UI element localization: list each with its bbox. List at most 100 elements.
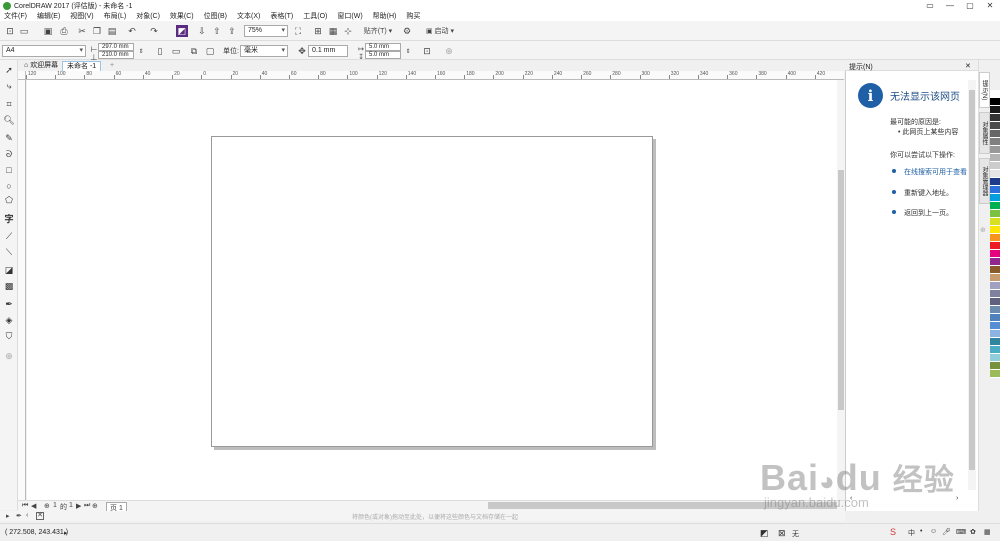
next-page-icon[interactable]: ▶	[76, 502, 81, 510]
duplicate-distance-y-input[interactable]: 5.0 mm	[365, 51, 401, 59]
ruler-origin[interactable]	[18, 71, 26, 80]
menu-bitmaps[interactable]: 位图(B)	[204, 11, 227, 21]
snap-to-dropdown[interactable]: 贴齐(T) ▾	[358, 25, 398, 37]
menu-tools[interactable]: 工具(O)	[303, 11, 327, 21]
first-page-icon[interactable]: ⏮	[22, 502, 28, 510]
ellipse-tool-icon[interactable]: ○	[3, 180, 15, 192]
full-screen-icon[interactable]: ⛶	[292, 25, 304, 37]
ime-voice-icon[interactable]: 🎤︎	[942, 528, 951, 536]
outline-color-icon[interactable]: ⊠	[778, 528, 786, 539]
color-swatch[interactable]	[990, 122, 1000, 130]
artistic-media-tool-icon[interactable]: ᘐ	[3, 148, 15, 160]
import-icon[interactable]: ⇩	[196, 25, 208, 37]
pick-tool-icon[interactable]: ➚	[3, 64, 15, 76]
show-rulers-icon[interactable]: ⊞	[312, 25, 324, 37]
tab-document[interactable]: 未命名 -1	[62, 61, 102, 71]
print-icon[interactable]: ⎙	[58, 25, 70, 37]
color-swatch[interactable]	[990, 258, 1000, 266]
menu-help[interactable]: 帮助(H)	[373, 11, 397, 21]
new-document-icon[interactable]: ⊡	[4, 25, 16, 37]
side-tab-object-properties[interactable]: 对象属性	[979, 112, 990, 154]
ime-tools-icon[interactable]: ▦	[984, 528, 991, 536]
cut-icon[interactable]: ✂	[76, 25, 88, 37]
fill-color-icon[interactable]: ◩	[760, 528, 769, 539]
size-spinner-icon[interactable]: ⇕	[135, 45, 147, 57]
publish-pdf-icon[interactable]: ⇪	[226, 25, 238, 37]
restore-panel-button[interactable]: ▭	[920, 0, 940, 11]
page-frame-icon[interactable]: ⊡	[421, 45, 433, 57]
ime-emoji-icon[interactable]: ☺	[930, 528, 937, 535]
menu-object[interactable]: 对象(C)	[136, 11, 160, 21]
zoom-tool-icon[interactable]: 🔍︎	[3, 114, 15, 126]
color-swatch[interactable]	[990, 242, 1000, 250]
minimize-button[interactable]: —	[940, 0, 960, 11]
page-width-input[interactable]: 297.0 mm	[98, 43, 134, 51]
palette-menu-icon[interactable]: ▸	[6, 512, 10, 520]
menu-table[interactable]: 表格(T)	[270, 11, 293, 21]
previous-page-icon[interactable]: ◀	[31, 502, 36, 510]
color-swatch[interactable]	[990, 314, 1000, 322]
add-docker-icon[interactable]: ⊕	[980, 226, 986, 234]
paste-icon[interactable]: ▤	[106, 25, 118, 37]
color-swatch[interactable]	[990, 154, 1000, 162]
color-swatch[interactable]	[990, 338, 1000, 346]
color-swatch[interactable]	[990, 146, 1000, 154]
palette-arrow-icon[interactable]: ‹	[26, 512, 28, 519]
portrait-icon[interactable]: ▯	[154, 45, 166, 57]
export-icon[interactable]: ⇧	[211, 25, 223, 37]
application-launcher[interactable]: ▣ 启动 ▾	[420, 25, 460, 37]
color-swatch[interactable]	[990, 282, 1000, 290]
interactive-fill-tool-icon[interactable]: ◈	[3, 314, 15, 326]
ime-punctuation-icon[interactable]: •	[920, 528, 922, 535]
menu-file[interactable]: 文件(F)	[4, 11, 27, 21]
freehand-tool-icon[interactable]: ✎	[3, 132, 15, 144]
color-swatch[interactable]	[990, 298, 1000, 306]
vertical-scrollbar[interactable]	[837, 80, 845, 500]
color-swatch[interactable]	[990, 162, 1000, 170]
duplicate-spinner-icon[interactable]: ⇕	[402, 45, 414, 57]
color-swatch[interactable]	[990, 362, 1000, 370]
connector-tool-icon[interactable]: ⟍	[3, 246, 15, 258]
rectangle-tool-icon[interactable]: □	[3, 164, 15, 176]
options-gear-icon[interactable]: ⚙	[401, 25, 413, 37]
color-swatch[interactable]	[990, 330, 1000, 338]
duplicate-distance-x-input[interactable]: 5.0 mm	[365, 43, 401, 51]
no-color-swatch[interactable]: ✕	[36, 512, 44, 520]
page-size-select[interactable]: A4	[2, 45, 86, 57]
color-swatch[interactable]	[990, 106, 1000, 114]
docker-close-icon[interactable]: ✕	[965, 62, 971, 70]
color-swatch[interactable]	[990, 186, 1000, 194]
copy-icon[interactable]: ❐	[91, 25, 103, 37]
close-button[interactable]: ✕	[980, 0, 1000, 11]
color-swatch[interactable]	[990, 354, 1000, 362]
color-swatch[interactable]	[990, 98, 1000, 106]
quick-customize-icon[interactable]: ⊕	[443, 45, 455, 57]
all-pages-icon[interactable]: ⧉	[188, 45, 200, 57]
zoom-level-select[interactable]: 75%	[244, 25, 288, 37]
vertical-ruler[interactable]	[18, 80, 26, 500]
landscape-icon[interactable]: ▭	[170, 45, 182, 57]
show-guidelines-icon[interactable]: ⊹	[342, 25, 354, 37]
undo-icon[interactable]: ↶	[126, 25, 138, 37]
units-select[interactable]: 毫米	[240, 45, 288, 57]
color-swatch[interactable]	[990, 250, 1000, 258]
color-swatch[interactable]	[990, 266, 1000, 274]
color-swatch[interactable]	[990, 234, 1000, 242]
color-swatch[interactable]	[990, 218, 1000, 226]
crop-tool-icon[interactable]: ⌗	[3, 98, 15, 110]
text-tool-icon[interactable]: 字	[3, 212, 15, 224]
color-swatch[interactable]	[990, 178, 1000, 186]
menu-effects[interactable]: 效果(C)	[170, 11, 194, 21]
color-swatch[interactable]	[990, 170, 1000, 178]
color-swatch[interactable]	[990, 130, 1000, 138]
horizontal-ruler[interactable]: 120 100 80 60 40 20 0 20 40 60 80 100 120 140 160 180 20…	[26, 71, 844, 80]
search-online-link[interactable]: 在线搜索可用于查看	[904, 167, 967, 177]
color-swatch[interactable]	[990, 274, 1000, 282]
tab-welcome-screen[interactable]: ⌂ 欢迎屏幕	[20, 61, 62, 71]
color-swatch[interactable]	[990, 306, 1000, 314]
polygon-tool-icon[interactable]: ⬠	[3, 194, 15, 206]
color-swatch[interactable]	[990, 346, 1000, 354]
smart-fill-tool-icon[interactable]: ⛉	[3, 330, 15, 342]
ime-chinese-icon[interactable]: 中	[908, 528, 915, 538]
redo-icon[interactable]: ↷	[148, 25, 160, 37]
